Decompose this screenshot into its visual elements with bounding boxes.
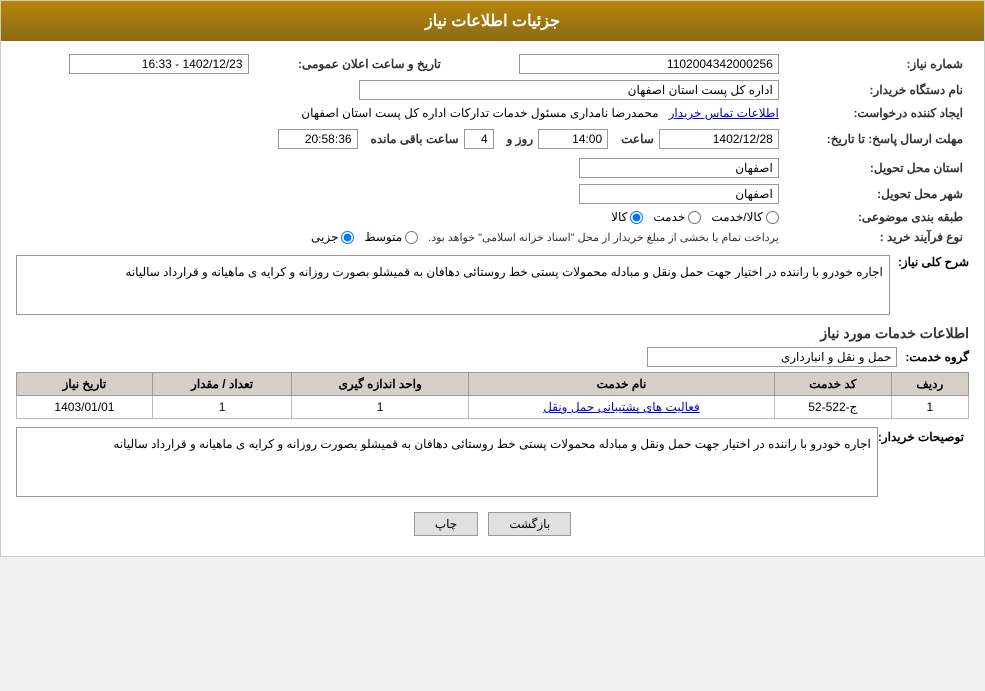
col-service-code: کد خدمت <box>775 373 892 396</box>
page-wrapper: جزئیات اطلاعات نیاز شماره نیاز: 11020043… <box>0 0 985 557</box>
process-note: پرداخت تمام یا بخشی از مبلغ خریدار از مح… <box>428 231 779 244</box>
category-radio-group: کالا/خدمت خدمت کالا <box>22 210 779 224</box>
col-row-num: ردیف <box>891 373 968 396</box>
category-khedmat-radio[interactable] <box>688 211 701 224</box>
service-group-label: گروه خدمت: <box>905 350 969 364</box>
creator-value: محمدرضا نامداری مسئول خدمات تدارکات ادار… <box>301 106 658 120</box>
process-motavaset-radio[interactable] <box>405 231 418 244</box>
service-table-header: ردیف کد خدمت نام خدمت واحد اندازه گیری ت… <box>17 373 969 396</box>
service-info-title: اطلاعات خدمات مورد نیاز <box>16 325 969 342</box>
row-category: طبقه بندی موضوعی: کالا/خدمت خدمت <box>16 207 969 227</box>
row-province: استان محل تحویل: اصفهان <box>16 155 969 181</box>
province-value: اصفهان <box>579 158 779 178</box>
buyer-desc-section: توصیحات خریدار: اجاره خودرو با راننده در… <box>16 427 969 497</box>
service-group-value: حمل و نقل و انبارداری <box>647 347 897 367</box>
print-button[interactable]: چاپ <box>414 512 478 536</box>
process-jozvi-radio[interactable] <box>341 231 354 244</box>
process-jozvi-label: جزیی <box>311 230 338 244</box>
need-number-value: 1102004342000256 <box>519 54 779 74</box>
category-label: طبقه بندی موضوعی: <box>785 207 969 227</box>
col-service-name: نام خدمت <box>468 373 774 396</box>
date-label: تاریخ و ساعت اعلان عمومی: <box>255 51 447 77</box>
reply-date: 1402/12/28 <box>659 129 779 149</box>
reply-time-label: ساعت <box>613 132 654 146</box>
city-value: اصفهان <box>579 184 779 204</box>
date-value: 1402/12/23 - 16:33 <box>69 54 249 74</box>
category-kala-khedmat-radio[interactable] <box>766 211 779 224</box>
reply-days-label: روز و <box>499 132 534 146</box>
creator-cell: اطلاعات تماس خریدار محمدرضا نامداری مسئو… <box>16 103 785 123</box>
col-quantity: تعداد / مقدار <box>152 373 291 396</box>
contact-link[interactable]: اطلاعات تماس خریدار <box>669 106 779 120</box>
process-motavaset-label: متوسط <box>364 230 402 244</box>
col-unit: واحد اندازه گیری <box>292 373 469 396</box>
process-motavaset-option[interactable]: متوسط <box>364 230 418 244</box>
row-requester-org: نام دستگاه خریدار: اداره کل پست استان اص… <box>16 77 969 103</box>
category-khedmat-label: خدمت <box>653 210 685 224</box>
category-khedmat-option[interactable]: خدمت <box>653 210 701 224</box>
category-cell: کالا/خدمت خدمت کالا <box>16 207 785 227</box>
table-row: 1ج-522-52فعالیت های پشتیبانی حمل ونقل111… <box>17 396 969 419</box>
row-need-number: شماره نیاز: 1102004342000256 تاریخ و ساع… <box>16 51 969 77</box>
requester-org-label: نام دستگاه خریدار: <box>785 77 969 103</box>
buyer-desc-label: توصیحات خریدار: <box>878 427 969 444</box>
info-table: شماره نیاز: 1102004342000256 تاریخ و ساع… <box>16 51 969 247</box>
reply-deadline-label: مهلت ارسال پاسخ: تا تاریخ: <box>785 123 969 155</box>
creator-label: ایجاد کننده درخواست: <box>785 103 969 123</box>
row-city: شهر محل تحویل: اصفهان <box>16 181 969 207</box>
page-title: جزئیات اطلاعات نیاز <box>425 13 560 30</box>
service-table-header-row: ردیف کد خدمت نام خدمت واحد اندازه گیری ت… <box>17 373 969 396</box>
process-cell: پرداخت تمام یا بخشی از مبلغ خریدار از مح… <box>16 227 785 247</box>
date-cell: 1402/12/23 - 16:33 <box>16 51 255 77</box>
city-cell: اصفهان <box>16 181 785 207</box>
row-creator: ایجاد کننده درخواست: اطلاعات تماس خریدار… <box>16 103 969 123</box>
category-kala-khedmat-option[interactable]: کالا/خدمت <box>711 210 778 224</box>
category-kala-label: کالا <box>611 210 627 224</box>
category-kala-khedmat-label: کالا/خدمت <box>711 210 762 224</box>
process-jozvi-option[interactable]: جزیی <box>311 230 354 244</box>
category-kala-option[interactable]: کالا <box>611 210 643 224</box>
province-cell: اصفهان <box>16 155 785 181</box>
need-desc-label: شرح کلی نیاز: <box>890 255 969 269</box>
buyer-desc-box: اجاره خودرو با راننده در اختیار جهت حمل … <box>16 427 878 497</box>
reply-deadline-row: 1402/12/28 ساعت 14:00 روز و 4 ساعت باقی … <box>22 129 779 149</box>
requester-org-cell: اداره کل پست استان اصفهان <box>16 77 785 103</box>
process-radio-group: پرداخت تمام یا بخشی از مبلغ خریدار از مح… <box>22 230 779 244</box>
col-date: تاریخ نیاز <box>17 373 153 396</box>
reply-deadline-cell: 1402/12/28 ساعت 14:00 روز و 4 ساعت باقی … <box>16 123 785 155</box>
need-number-label: شماره نیاز: <box>785 51 969 77</box>
main-content: شماره نیاز: 1102004342000256 تاریخ و ساع… <box>1 41 984 556</box>
row-process: نوع فرآیند خرید : پرداخت تمام یا بخشی از… <box>16 227 969 247</box>
need-desc-value: اجاره خودرو با راننده در اختیار جهت حمل … <box>16 255 890 315</box>
service-group-row: گروه خدمت: حمل و نقل و انبارداری <box>16 347 969 367</box>
reply-remaining: 20:58:36 <box>278 129 358 149</box>
row-reply-deadline: مهلت ارسال پاسخ: تا تاریخ: 1402/12/28 سا… <box>16 123 969 155</box>
category-kala-radio[interactable] <box>630 211 643 224</box>
service-table-body: 1ج-522-52فعالیت های پشتیبانی حمل ونقل111… <box>17 396 969 419</box>
process-label: نوع فرآیند خرید : <box>785 227 969 247</box>
back-button[interactable]: بازگشت <box>488 512 571 536</box>
need-desc-container: اجاره خودرو با راننده در اختیار جهت حمل … <box>16 255 890 315</box>
need-desc-section: شرح کلی نیاز: اجاره خودرو با راننده در ا… <box>16 255 969 315</box>
requester-org-value: اداره کل پست استان اصفهان <box>359 80 779 100</box>
service-table: ردیف کد خدمت نام خدمت واحد اندازه گیری ت… <box>16 372 969 419</box>
reply-remaining-label: ساعت باقی مانده <box>363 132 459 146</box>
city-label: شهر محل تحویل: <box>785 181 969 207</box>
reply-days: 4 <box>464 129 494 149</box>
province-label: استان محل تحویل: <box>785 155 969 181</box>
need-number-cell: 1102004342000256 <box>447 51 785 77</box>
buttons-row: بازگشت چاپ <box>16 512 969 536</box>
reply-time: 14:00 <box>538 129 608 149</box>
page-header: جزئیات اطلاعات نیاز <box>1 1 984 41</box>
